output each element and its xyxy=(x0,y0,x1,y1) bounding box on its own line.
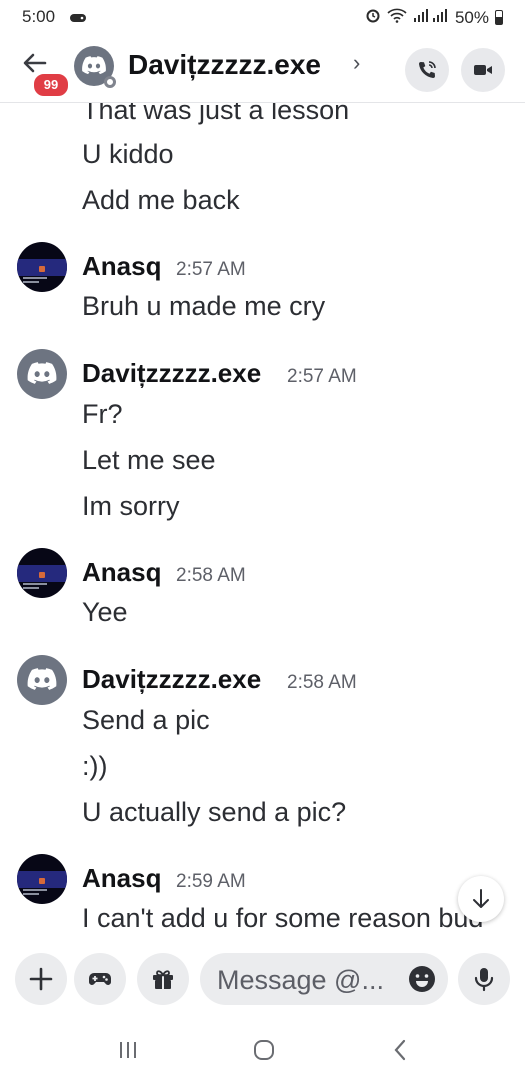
unread-badge: 99 xyxy=(32,72,70,98)
message-author[interactable]: Anasq xyxy=(82,557,161,588)
video-camera-icon xyxy=(474,65,492,75)
emoji-button[interactable] xyxy=(407,964,437,994)
chevron-right-icon[interactable]: › xyxy=(353,50,360,76)
plus-icon xyxy=(29,967,53,991)
back-nav-icon[interactable] xyxy=(393,1039,407,1061)
message-timestamp: 2:57 AM xyxy=(287,366,357,387)
offline-status-indicator xyxy=(104,76,116,88)
message-text: Add me back xyxy=(82,185,240,215)
attach-button[interactable] xyxy=(15,953,67,1005)
status-icons: 50% xyxy=(365,7,503,28)
discord-default-avatar[interactable] xyxy=(17,349,67,399)
arrow-down-icon xyxy=(473,889,489,908)
discord-logo-icon xyxy=(82,56,106,75)
message-timestamp: 2:57 AM xyxy=(176,259,246,280)
message-text: :)) xyxy=(82,751,108,781)
signal-icon xyxy=(413,8,449,28)
battery-icon xyxy=(495,10,503,25)
emoji-icon xyxy=(409,966,435,992)
video-call-button[interactable] xyxy=(461,48,505,92)
message-author[interactable]: Anasq xyxy=(82,251,161,282)
message-author[interactable]: Davițzzzzz.exe xyxy=(82,358,261,389)
alarm-icon xyxy=(365,7,381,28)
battery-percent: 50% xyxy=(454,7,489,27)
channel-title[interactable]: Davițzzzzz.exe xyxy=(128,49,321,81)
voice-call-button[interactable] xyxy=(405,48,449,92)
system-navigation-bar xyxy=(0,1025,525,1080)
message-text: I can't add u for some reason bud xyxy=(82,903,484,933)
message-text: Send a pic xyxy=(82,705,210,735)
status-time: 5:00 xyxy=(22,7,56,26)
discord-logo-icon xyxy=(27,668,57,690)
activities-button[interactable] xyxy=(74,953,126,1005)
gift-icon xyxy=(153,970,173,989)
message-author[interactable]: Davițzzzzz.exe xyxy=(82,664,261,695)
message-text: Fr? xyxy=(82,399,123,429)
gamepad-icon xyxy=(89,973,111,985)
message-text: U actually send a pic? xyxy=(82,797,347,827)
recents-icon[interactable] xyxy=(118,1041,138,1059)
message-text: Let me see xyxy=(82,445,216,475)
discord-default-avatar[interactable] xyxy=(17,655,67,705)
message-composer: Message @... xyxy=(0,941,525,1025)
gift-button[interactable] xyxy=(137,953,189,1005)
phone-call-icon xyxy=(419,61,436,78)
status-bar: 5:00 50% xyxy=(0,0,525,34)
message-author[interactable]: Anasq xyxy=(82,863,161,894)
message-input[interactable]: Message @... xyxy=(200,953,448,1005)
message-text: Yee xyxy=(82,597,128,627)
message-input-placeholder: Message @... xyxy=(217,965,384,995)
message-timestamp: 2:58 AM xyxy=(176,565,246,586)
discord-logo-icon xyxy=(27,362,57,384)
message-text: U kiddo xyxy=(82,139,174,169)
message-timestamp: 2:58 AM xyxy=(287,672,357,693)
gamepad-status-icon xyxy=(69,9,87,29)
microphone-icon xyxy=(474,968,494,992)
message-text: That was just a lesson xyxy=(82,103,350,125)
message-text: Bruh u made me cry xyxy=(82,291,326,321)
jump-to-bottom-button[interactable] xyxy=(458,876,504,922)
anasq-avatar[interactable] xyxy=(17,548,67,598)
voice-message-button[interactable] xyxy=(458,953,510,1005)
message-text: Im sorry xyxy=(82,491,180,521)
chat-header: 99 Davițzzzzz.exe › xyxy=(0,34,525,103)
message-timestamp: 2:59 AM xyxy=(176,871,246,892)
wifi-icon xyxy=(387,8,407,28)
anasq-avatar[interactable] xyxy=(17,242,67,292)
message-list[interactable]: That was just a lesson U kiddo Add me ba… xyxy=(0,103,525,941)
anasq-avatar[interactable] xyxy=(17,854,67,904)
home-icon[interactable] xyxy=(253,1039,275,1061)
